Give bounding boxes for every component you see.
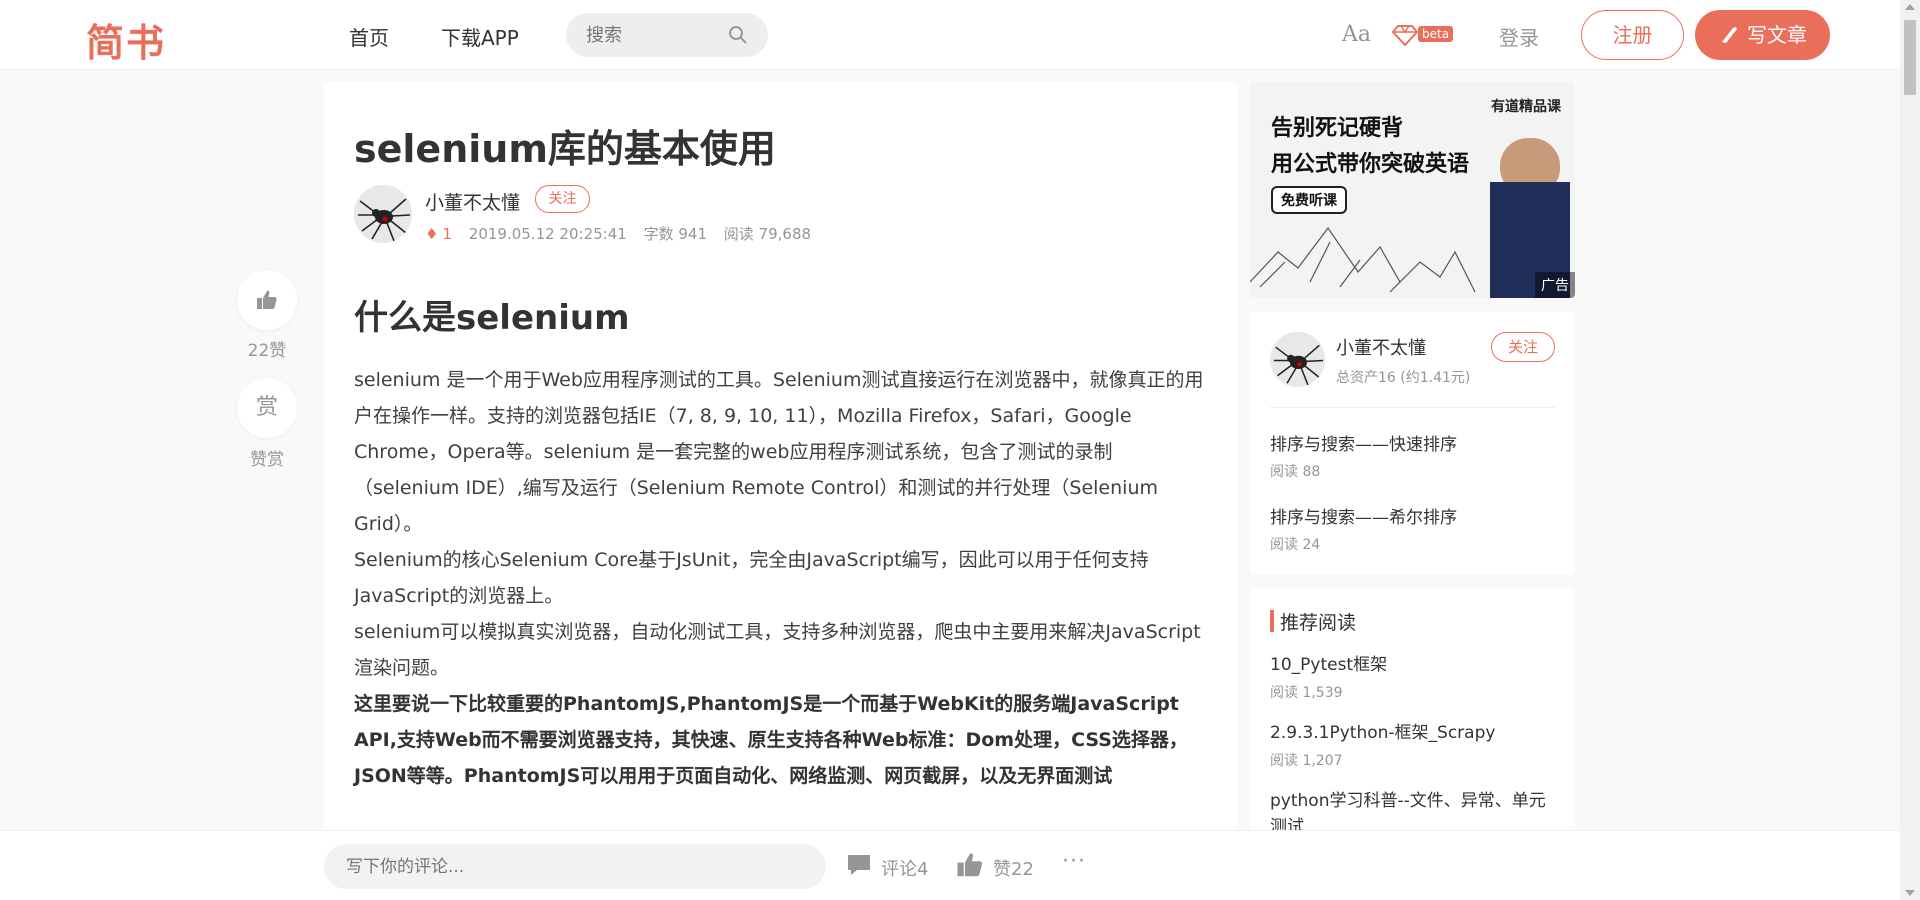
paragraph-bold: 这里要说一下比较重要的PhantomJS,PhantomJS是一个而基于WebK…: [354, 693, 1188, 787]
top-navbar: 简书 首页 下载APP Aa beta 登录 注册 写文章: [0, 0, 1900, 70]
recommended-title: 推荐阅读: [1280, 612, 1357, 634]
write-article-label: 写文章: [1747, 23, 1807, 47]
font-size-toggle-icon[interactable]: Aa: [1342, 22, 1371, 47]
recommended-reading-panel: 推荐阅读 10_Pytest框架 阅读 1,539 2.9.3.1Python-…: [1250, 588, 1575, 840]
article-meta: ♦ 1 2019.05.12 20:25:41 字数 941 阅读 79,688: [425, 223, 823, 244]
card-author-avatar[interactable]: [1270, 332, 1325, 387]
post-title[interactable]: 排序与搜索——快速排序: [1270, 430, 1457, 455]
more-options-icon[interactable]: ···: [1062, 849, 1086, 874]
advertisement-banner[interactable]: 告别死记硬背 用公式带你突破英语 有道精品课 免费听课 广告: [1250, 82, 1575, 298]
pen-icon: [1722, 27, 1737, 43]
jianshu-logo[interactable]: 简书: [86, 12, 166, 67]
search-box: [566, 13, 768, 57]
article-body: selenium 是一个用于Web应用程序测试的工具。Selenium测试直接运…: [354, 362, 1214, 794]
section-accent-bar: [1270, 610, 1274, 632]
nav-download-app-link[interactable]: 下载APP: [441, 22, 519, 51]
section-heading: 什么是selenium: [354, 298, 630, 338]
bottom-action-bar: 评论4 赞22 ···: [0, 830, 1900, 900]
ad-badge: 广告: [1535, 272, 1575, 298]
diamond-count: 1: [442, 225, 452, 243]
recommended-item-title[interactable]: 10_Pytest框架: [1270, 652, 1560, 678]
spider-avatar-image: [1270, 332, 1325, 387]
recommended-item[interactable]: 10_Pytest框架 阅读 1,539: [1270, 652, 1560, 702]
paragraph: Selenium的核心Selenium Core基于JsUnit，完全由Java…: [354, 549, 1149, 607]
post-title[interactable]: 排序与搜索——希尔排序: [1270, 503, 1457, 528]
ad-headline-line1: 告别死记硬背: [1271, 116, 1404, 141]
author-name[interactable]: 小董不太懂: [425, 188, 520, 215]
scrollbar-thumb[interactable]: [1904, 20, 1916, 95]
comment-count-label[interactable]: 评论4: [881, 855, 928, 881]
recommended-item-title[interactable]: 2.9.3.1Python-框架_Scrapy: [1270, 720, 1560, 746]
thumbs-up-icon[interactable]: [955, 850, 985, 880]
comment-input[interactable]: [324, 844, 826, 889]
like-count-label: 22赞: [247, 341, 287, 361]
ad-headline-line2: 用公式带你突破英语: [1271, 152, 1470, 177]
spider-avatar-image: [354, 185, 412, 243]
read-count: 阅读 79,688: [723, 225, 812, 243]
article-card: selenium库的基本使用 小董不太懂 关注 ♦ 1 2019.05.12 20…: [324, 82, 1237, 842]
reward-side-button[interactable]: 赏: [237, 378, 297, 438]
paragraph: selenium 是一个用于Web应用程序测试的工具。Selenium测试直接运…: [354, 369, 1204, 535]
post-reads: 阅读 24: [1270, 537, 1321, 553]
ad-brand-label: 有道精品课: [1491, 99, 1561, 115]
card-author-name[interactable]: 小董不太懂: [1336, 334, 1426, 360]
card-author-assets: 总资产16 (约1.41元): [1336, 370, 1471, 386]
nav-home-link[interactable]: 首页: [349, 22, 389, 51]
search-input[interactable]: [586, 23, 716, 47]
register-button[interactable]: 注册: [1581, 10, 1684, 60]
author-post-item[interactable]: 排序与搜索——快速排序 阅读 88: [1270, 430, 1457, 481]
beta-badge: beta: [1418, 26, 1454, 42]
like-count-label[interactable]: 赞22: [993, 855, 1034, 881]
paragraph: selenium可以模拟真实浏览器，自动化测试工具，支持多种浏览器，爬虫中主要用…: [354, 621, 1201, 679]
login-link[interactable]: 登录: [1499, 22, 1539, 51]
recommended-item-reads: 阅读 1,539: [1270, 685, 1343, 701]
meta-diamond-icon: ♦: [425, 225, 439, 243]
like-side-button[interactable]: [237, 270, 297, 330]
recommended-item-reads: 阅读 1,207: [1270, 753, 1343, 769]
ad-free-listen-button[interactable]: 免费听课: [1271, 186, 1347, 214]
card-follow-button[interactable]: 关注: [1491, 332, 1555, 362]
scroll-up-arrow-icon[interactable]: [1905, 4, 1915, 10]
author-info-card: 小董不太懂 总资产16 (约1.41元) 关注 排序与搜索——快速排序 阅读 8…: [1250, 312, 1575, 574]
word-count: 字数 941: [643, 225, 707, 243]
search-icon[interactable]: [726, 23, 750, 47]
follow-author-button[interactable]: 关注: [535, 185, 590, 213]
publish-date: 2019.05.12 20:25:41: [468, 225, 627, 243]
recommended-item[interactable]: 2.9.3.1Python-框架_Scrapy 阅读 1,207: [1270, 720, 1560, 770]
page-scrollbar[interactable]: [1900, 0, 1920, 900]
author-avatar[interactable]: [354, 185, 412, 243]
article-title: selenium库的基本使用: [354, 127, 776, 171]
scroll-down-arrow-icon[interactable]: [1905, 890, 1915, 896]
author-post-item[interactable]: 排序与搜索——希尔排序 阅读 24: [1270, 503, 1457, 554]
thumbs-up-icon: [257, 290, 277, 309]
divider: [1270, 407, 1555, 408]
write-article-button[interactable]: 写文章: [1695, 10, 1830, 60]
reward-label: 赞赏: [250, 450, 284, 470]
diamond-icon[interactable]: [1392, 24, 1418, 46]
comment-icon[interactable]: [846, 853, 872, 877]
post-reads: 阅读 88: [1270, 464, 1321, 480]
